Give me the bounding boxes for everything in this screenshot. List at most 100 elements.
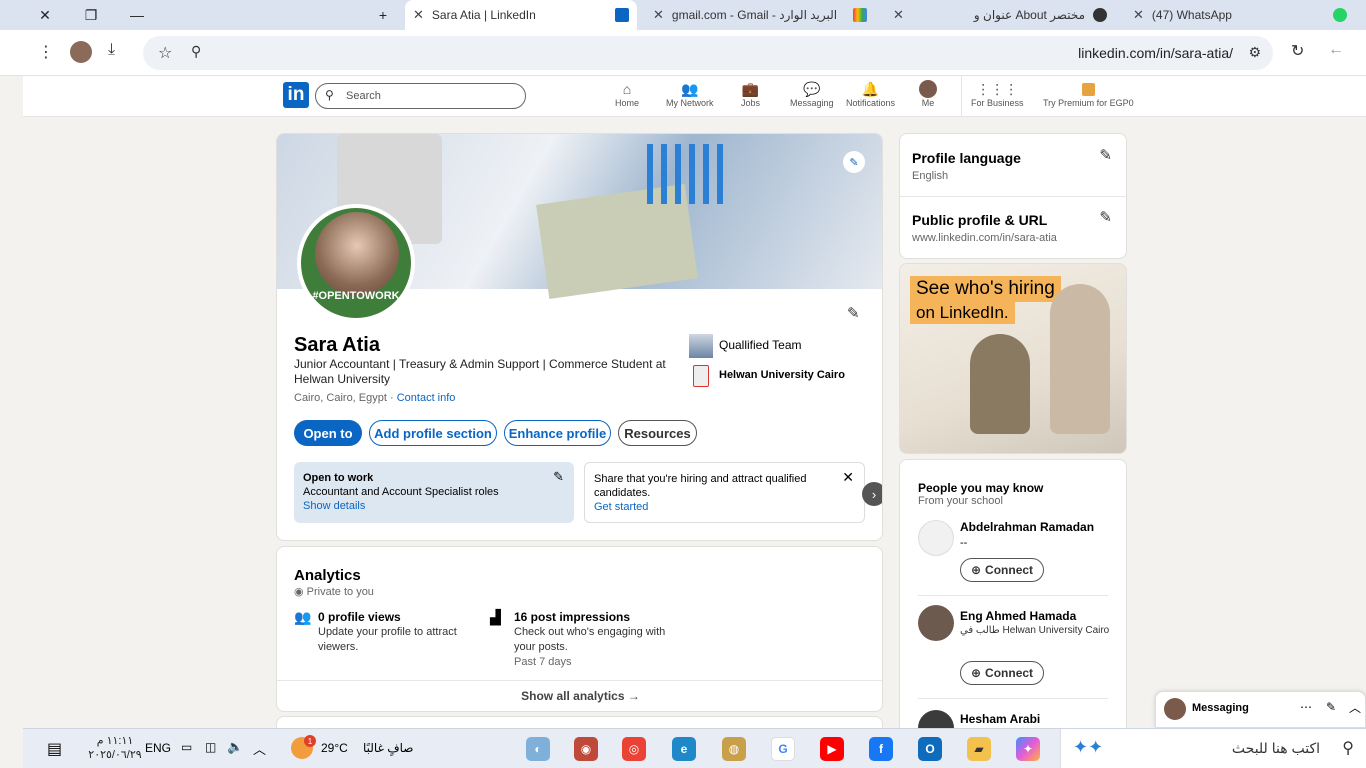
nav-me[interactable]: Me <box>919 80 937 108</box>
tab-linkedin[interactable]: ✕ Sara Atia | LinkedIn <box>405 0 637 30</box>
chrome-profile-icon[interactable]: ◉ <box>574 737 598 761</box>
minimize-window-icon[interactable]: — <box>114 0 160 30</box>
facebook-icon[interactable]: f <box>869 737 893 761</box>
connect-label: Connect <box>985 666 1034 680</box>
profile-avatar[interactable] <box>70 41 92 63</box>
restore-window-icon[interactable]: ❐ <box>68 0 114 30</box>
network-icon: 👥 <box>681 80 699 97</box>
compose-icon[interactable]: ✎ <box>1326 700 1336 714</box>
messaging-bar[interactable]: Messaging ⋯ ✎ ︿ <box>1155 691 1366 728</box>
back-icon[interactable]: ← <box>1328 41 1344 59</box>
analytics-card: Analytics ◉ Private to you 👥 0 profile v… <box>276 546 883 712</box>
download-icon[interactable]: ⤓ <box>108 41 115 59</box>
tab-whatsapp[interactable]: ✕ (47) WhatsApp <box>1125 0 1355 30</box>
show-details-link[interactable]: Show details <box>303 499 565 513</box>
url-text: linkedin.com/in/sara-atia/ <box>1078 45 1233 61</box>
chevron-up-icon[interactable]: ︿ <box>1349 699 1361 716</box>
nav-label: Me <box>921 98 935 108</box>
person-name[interactable]: Abdelrahman Ramadan <box>960 520 1094 534</box>
connect-button[interactable]: ⊕ Connect <box>960 661 1044 685</box>
avatar <box>919 80 937 98</box>
linkedin-logo[interactable]: in <box>283 82 309 108</box>
edit-language-icon[interactable]: ✎ <box>1099 146 1112 164</box>
search-input[interactable]: ⚲ Search <box>315 83 526 109</box>
battery-icon[interactable]: ▭ <box>181 740 192 754</box>
show-all-analytics-link[interactable]: Show all analytics → <box>277 689 882 703</box>
tab-close-icon[interactable]: ✕ <box>893 7 904 23</box>
chevron-up-icon[interactable]: ︿ <box>253 739 266 758</box>
enhance-profile-button[interactable]: Enhance profile <box>504 420 611 446</box>
nav-for-business[interactable]: ⋮⋮⋮ For Business <box>971 80 1024 109</box>
language-indicator[interactable]: ENG <box>145 741 171 755</box>
tab-close-icon[interactable]: ✕ <box>653 7 664 23</box>
company-name[interactable]: Quallified Team <box>719 338 802 352</box>
post-impressions-block[interactable]: 16 post impressions Check out who's enga… <box>514 610 674 670</box>
avatar[interactable] <box>918 605 954 641</box>
google-icon[interactable]: G <box>771 737 795 761</box>
chrome-icon[interactable]: ◎ <box>622 737 646 761</box>
youtube-icon[interactable]: ▶ <box>820 737 844 761</box>
add-profile-section-button[interactable]: Add profile section <box>369 420 497 446</box>
hiring-ad[interactable]: See who's hiring on LinkedIn. <box>899 263 1127 454</box>
edit-banner-icon[interactable]: ✎ <box>843 151 865 173</box>
person-name[interactable]: Hesham Arabi <box>960 712 1040 726</box>
app-icon[interactable]: ◍ <box>722 737 746 761</box>
profile-photo[interactable]: #OPENTOWORK <box>297 204 415 322</box>
paint-app-icon[interactable]: ◐ <box>526 737 550 761</box>
avatar[interactable] <box>918 520 954 556</box>
network-icon[interactable]: ◫ <box>205 740 216 754</box>
edit-intro-icon[interactable]: ✎ <box>847 304 860 322</box>
taskbar-search[interactable]: ✦✦ اكتب هنا للبحث ⚲ <box>1060 729 1366 768</box>
post-impressions-desc: Check out who's engaging with your posts… <box>514 626 666 653</box>
profile-headline: Junior Accountant | Treasury & Admin Sup… <box>294 357 666 386</box>
carousel-next-icon[interactable]: › <box>862 482 882 506</box>
person-name[interactable]: Eng Ahmed Hamada <box>960 609 1076 623</box>
private-row: ◉ Private to you <box>294 585 374 598</box>
nav-premium[interactable]: Try Premium for EGP0 <box>1043 80 1134 108</box>
edit-open-to-work-icon[interactable]: ✎ <box>553 470 564 484</box>
tab-close-icon[interactable]: ✕ <box>1133 7 1144 23</box>
get-started-link[interactable]: Get started <box>594 500 855 514</box>
school-name[interactable]: Helwan University Cairo <box>719 369 845 381</box>
nav-home[interactable]: ⌂ Home <box>615 80 639 108</box>
profile-views-desc: Update your profile to attract viewers. <box>318 626 457 653</box>
nav-jobs[interactable]: 💼 Jobs <box>741 80 760 109</box>
bookmark-star-icon[interactable]: ☆ <box>158 43 172 63</box>
nav-messaging[interactable]: 💬 Messaging <box>790 80 834 109</box>
pymk-title: People you may know <box>918 481 1044 495</box>
search-placeholder: Search <box>346 90 381 102</box>
more-icon[interactable]: ⋯ <box>1300 700 1312 714</box>
menu-icon[interactable]: ⋮ <box>38 42 54 62</box>
edit-public-url-icon[interactable]: ✎ <box>1099 208 1112 226</box>
open-to-button[interactable]: Open to <box>294 420 362 446</box>
tab-title: (47) WhatsApp <box>1151 8 1232 22</box>
profile-views-block[interactable]: 0 profile views Update your profile to a… <box>318 610 488 655</box>
reload-icon[interactable]: ↻ <box>1291 41 1304 61</box>
zoom-icon[interactable]: ⚲ <box>191 43 201 60</box>
outlook-icon[interactable]: O <box>918 737 942 761</box>
browser-toolbar: ⋮ ⤓ ☆ ⚲ linkedin.com/in/sara-atia/ ⚙ ↻ ← <box>0 30 1366 76</box>
site-settings-icon[interactable]: ⚙ <box>1248 44 1261 61</box>
dismiss-icon[interactable]: ✕ <box>842 470 854 484</box>
connect-button[interactable]: ⊕ Connect <box>960 558 1044 582</box>
tab-about[interactable]: ✕ عنوان و About مختصر <box>885 0 1115 30</box>
address-bar[interactable]: ☆ ⚲ linkedin.com/in/sara-atia/ ⚙ <box>143 36 1273 70</box>
clock[interactable]: ١١:١١ م ٢٠٢٥/٠٦/٢٩ <box>85 734 145 762</box>
nav-my-network[interactable]: 👥 My Network <box>666 80 714 109</box>
nav-notifications[interactable]: 🔔 Notifications <box>846 80 895 109</box>
close-window-icon[interactable]: ✕ <box>22 0 68 30</box>
ad-line-2: on LinkedIn. <box>910 302 1015 324</box>
contact-info-link[interactable]: Contact info <box>397 392 456 404</box>
volume-icon[interactable]: 🔈 <box>227 739 243 755</box>
profile-location: Cairo, Cairo, Egypt · <box>294 392 394 404</box>
copilot-icon[interactable]: ✦ <box>1016 737 1040 761</box>
file-explorer-icon[interactable]: ▰ <box>967 737 991 761</box>
new-tab-icon[interactable]: + <box>360 0 406 30</box>
tab-close-icon[interactable]: ✕ <box>413 7 424 23</box>
edge-icon[interactable]: e <box>672 737 696 761</box>
chart-paper-image <box>647 144 727 204</box>
tab-gmail[interactable]: ✕ gmail.com - Gmail - البريد الوارد <box>645 0 875 30</box>
search-icon: ⚲ <box>325 88 334 102</box>
resources-button[interactable]: Resources <box>618 420 697 446</box>
notifications-icon[interactable]: ▤ <box>47 739 62 759</box>
